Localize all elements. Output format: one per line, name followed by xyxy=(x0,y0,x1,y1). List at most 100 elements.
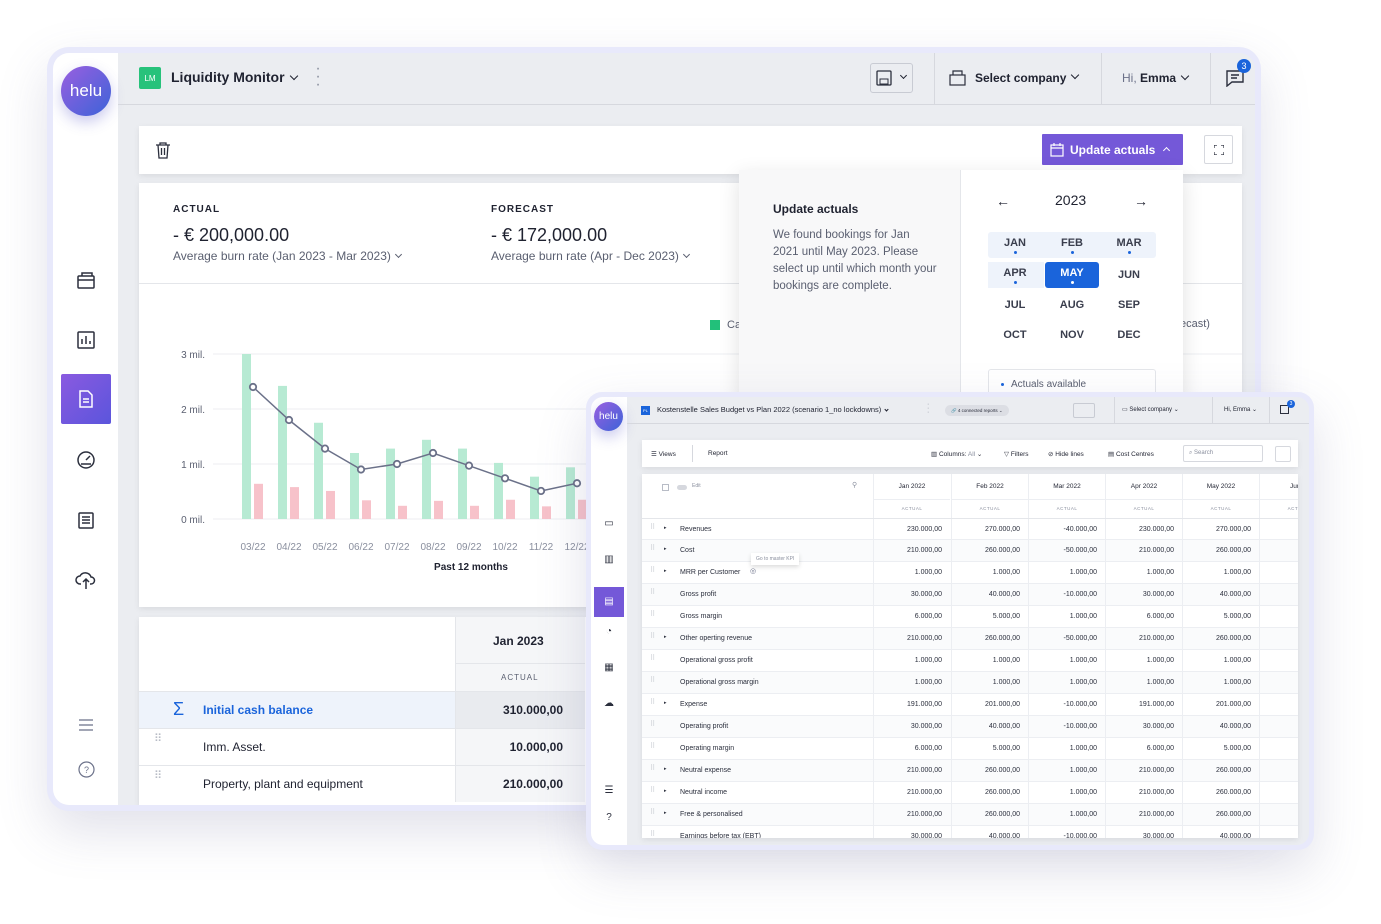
value-cell[interactable]: 1. xyxy=(1259,738,1298,760)
actual-burn-rate-dropdown[interactable]: Average burn rate (Jan 2023 - Mar 2023) xyxy=(173,249,402,263)
cost-centres-button[interactable]: ▤ Cost Centres xyxy=(1108,450,1154,458)
value-cell[interactable]: 1.000,00 xyxy=(873,562,950,584)
drag-handle-icon[interactable]: ⠿ xyxy=(650,698,655,706)
forecast-burn-rate-dropdown[interactable]: Average burn rate (Apr - Dec 2023) xyxy=(491,249,690,263)
expand-icon[interactable]: ▸ xyxy=(664,546,667,552)
month-mar[interactable]: MAR xyxy=(1102,232,1156,258)
value-cell[interactable]: 5.000,00 xyxy=(951,606,1028,628)
drag-handle-icon[interactable]: ⠿ xyxy=(650,830,655,838)
month-jul[interactable]: JUL xyxy=(988,292,1042,318)
value-cell[interactable]: 40.000,00 xyxy=(1182,826,1259,838)
column-header[interactable]: Apr 2022 xyxy=(1105,474,1182,500)
help-icon[interactable]: ? xyxy=(599,811,619,825)
value-cell[interactable]: 1.000,00 xyxy=(1028,606,1105,628)
value-cell[interactable]: 1.000,00 xyxy=(1028,738,1105,760)
value-cell[interactable]: -10.000,00 xyxy=(1028,694,1105,716)
stack-icon[interactable]: ☰ xyxy=(599,784,619,798)
more-icon[interactable]: · · · xyxy=(927,401,929,416)
drag-handle-icon[interactable]: ⠿ xyxy=(650,764,655,772)
value-cell[interactable]: 1. xyxy=(1259,782,1298,804)
document-icon[interactable]: ▤ xyxy=(594,587,624,617)
value-cell[interactable]: 30.000,00 xyxy=(1105,716,1182,738)
table-row[interactable]: ⠿ Operational gross profit 1.000,00 1.000,0… xyxy=(642,650,1298,672)
column-header[interactable]: Jun 2 xyxy=(1259,474,1298,500)
value-cell[interactable]: 210.000,00 xyxy=(1105,760,1182,782)
value-cell[interactable]: 5.000,00 xyxy=(1182,606,1259,628)
update-actuals-button[interactable]: Update actuals xyxy=(1042,134,1183,165)
month-oct[interactable]: OCT xyxy=(988,322,1042,348)
expand-icon[interactable]: ▸ xyxy=(664,700,667,706)
report-title-dropdown[interactable]: Kostenstelle Sales Budget vs Plan 2022 (… xyxy=(657,405,889,414)
prev-year-icon[interactable]: ← xyxy=(996,193,1010,209)
value-cell[interactable]: 260.000,00 xyxy=(1182,782,1259,804)
table-row[interactable]: ⠿ Gross margin 6.000,00 5.000,00 1.000,00 6.0… xyxy=(642,606,1298,628)
next-year-icon[interactable]: → xyxy=(1134,193,1148,209)
table-row[interactable]: ⠿ ▸ Neutral income 210.000,00 260.000,00 1.00… xyxy=(642,782,1298,804)
chart-icon[interactable] xyxy=(73,327,99,353)
user-menu[interactable]: Hi, Emma xyxy=(1122,71,1190,85)
value-cell[interactable]: 1. xyxy=(1259,804,1298,826)
column-header[interactable]: May 2022 xyxy=(1182,474,1259,500)
value-cell[interactable]: -10. xyxy=(1259,694,1298,716)
table-row[interactable]: ⠿ ▸ Free & personalised 210.000,00 260.000,0… xyxy=(642,804,1298,826)
value-cell[interactable]: 30.000,00 xyxy=(873,826,950,838)
value-cell[interactable]: 1.000,00 xyxy=(1182,650,1259,672)
select-company-dropdown[interactable]: ▭ Select company ⌄ xyxy=(1122,406,1179,413)
columns-dropdown[interactable]: ▥ Columns: All ⌄ xyxy=(931,450,982,458)
value-cell[interactable]: 210.000,00 xyxy=(1105,628,1182,650)
value-cell[interactable]: -10. xyxy=(1259,716,1298,738)
select-all-checkbox[interactable] xyxy=(662,484,669,491)
value-cell[interactable]: 210.000,00 xyxy=(873,540,950,562)
help-icon[interactable]: ? xyxy=(75,758,97,780)
value-cell[interactable]: 40.000,00 xyxy=(951,716,1028,738)
expand-icon[interactable]: ▸ xyxy=(664,568,667,574)
value-cell[interactable]: 6.000,00 xyxy=(873,606,950,628)
report-button[interactable]: Report xyxy=(708,450,728,457)
value-cell[interactable]: 260.000,00 xyxy=(951,628,1028,650)
trash-icon[interactable] xyxy=(155,141,171,164)
views-button[interactable]: ☰ Views xyxy=(651,450,676,458)
list-icon[interactable] xyxy=(73,507,99,533)
save-button[interactable] xyxy=(1073,403,1095,418)
expand-icon[interactable]: ▸ xyxy=(664,810,667,816)
value-cell[interactable]: 30.000,00 xyxy=(873,716,950,738)
value-cell[interactable]: 1.000,00 xyxy=(1028,562,1105,584)
value-cell[interactable]: -10. xyxy=(1259,584,1298,606)
sidebar-item-active[interactable] xyxy=(61,374,111,424)
table-row[interactable]: ⠿ ▸ Revenues 230.000,00 270.000,00 -40.000,00… xyxy=(642,518,1298,541)
table-row[interactable]: ⠿ ▸ Neutral expense 210.000,00 260.000,00 1.0… xyxy=(642,760,1298,782)
value-cell[interactable]: 210.000,00 xyxy=(873,782,950,804)
drag-handle-icon[interactable]: ⠿ xyxy=(650,742,655,750)
value-cell[interactable]: 230.000,00 xyxy=(1105,519,1182,541)
save-button[interactable] xyxy=(870,63,913,93)
value-cell[interactable]: 1.000,00 xyxy=(1182,672,1259,694)
value-cell[interactable]: -50. xyxy=(1259,540,1298,562)
master-kpi-icon[interactable]: ◎ xyxy=(750,567,756,575)
value-cell[interactable]: 191.000,00 xyxy=(873,694,950,716)
drag-handle-icon[interactable]: ⠿ xyxy=(650,720,655,728)
drag-handle-icon[interactable]: ⠿ xyxy=(650,523,655,531)
value-cell[interactable]: 30.000,00 xyxy=(1105,826,1182,838)
column-header[interactable]: Mar 2022 xyxy=(1028,474,1105,500)
pin-icon[interactable]: ⚲ xyxy=(852,481,857,489)
value-cell[interactable]: 260.000,00 xyxy=(951,782,1028,804)
value-cell[interactable]: 40.000,00 xyxy=(951,584,1028,606)
expand-icon[interactable]: ▸ xyxy=(664,788,667,794)
value-cell[interactable]: 210.000,00 xyxy=(1105,804,1182,826)
table-row[interactable]: ⠿ ▸ Other operting revenue 210.000,00 260.00… xyxy=(642,628,1298,650)
table-row[interactable]: ⠿ Operating profit 30.000,00 40.000,00 -10.0… xyxy=(642,716,1298,738)
value-cell[interactable]: 1.000,00 xyxy=(951,650,1028,672)
more-icon[interactable]: · · · xyxy=(315,61,321,93)
value-cell[interactable]: -40. xyxy=(1259,519,1298,541)
value-cell[interactable]: 1.000,00 xyxy=(1028,782,1105,804)
value-cell[interactable]: 40.000,00 xyxy=(951,826,1028,838)
value-cell[interactable]: 40.000,00 xyxy=(1182,584,1259,606)
value-cell[interactable]: -50. xyxy=(1259,628,1298,650)
select-company-dropdown[interactable]: Select company xyxy=(949,70,1080,86)
report-title-dropdown[interactable]: Liquidity Monitor xyxy=(171,69,298,85)
month-nov[interactable]: NOV xyxy=(1045,322,1099,348)
helu-logo[interactable]: helu xyxy=(61,66,111,116)
month-may[interactable]: MAY xyxy=(1045,262,1099,288)
value-cell[interactable]: 30.000,00 xyxy=(1105,584,1182,606)
value-cell[interactable]: 260.000,00 xyxy=(1182,804,1259,826)
